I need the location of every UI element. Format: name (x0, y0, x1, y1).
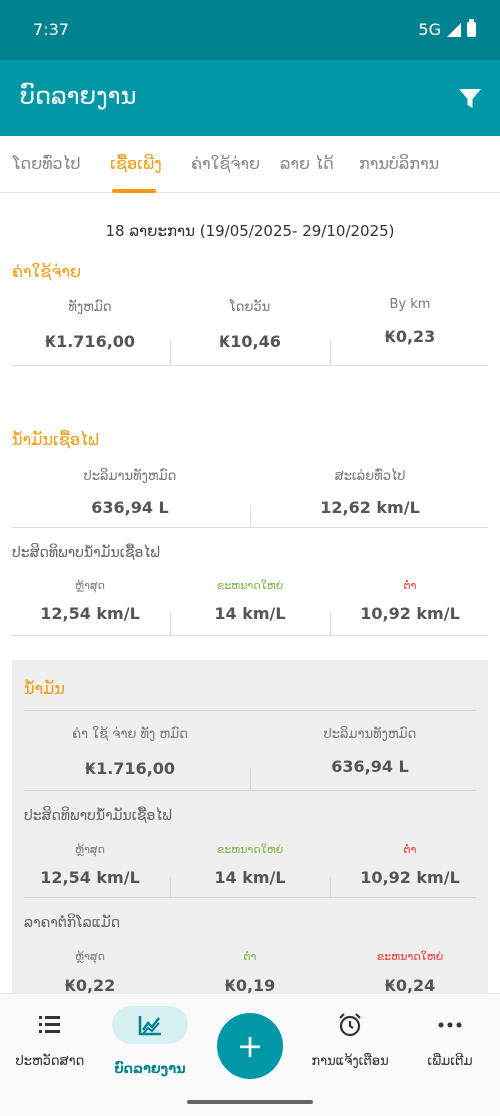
tab-services[interactable]: ການບໍລິການ (359, 154, 439, 173)
oil-efficiency-title: ປະສິດທິພາບນ້ຳມັນເຊື້ອໄຟ (24, 808, 172, 824)
oil-price-min-label: ຕ່ຳ (243, 950, 257, 963)
nav-more[interactable]: ເພີ່ມເຕີມ (400, 1010, 500, 1069)
nav-reports-indicator (112, 1006, 188, 1044)
oil-cost-value: ₭1.716,00 (84, 759, 176, 778)
fuel-max-label: ຂະຫນາດໃຫຍ່ (216, 579, 284, 592)
fuel-avg-label: ສະເລ່ຍທົ່ວໄປ (334, 469, 406, 484)
nav-reports[interactable]: ບົດລາຍງານ (100, 1006, 200, 1077)
oil-price-min-value: ₭0,19 (224, 976, 276, 993)
app-bar: ບົດລາຍງານ (0, 60, 500, 136)
oil-last-value: 12,54 km/L (40, 868, 140, 887)
list-icon (39, 1016, 60, 1033)
tab-expenses[interactable]: ຄ່າໃຊ້ຈ່າຍ (191, 154, 260, 173)
oil-price-last-value: ₭0,22 (64, 976, 116, 993)
nav-reminders-label: ການແຈ້ງເຕືອນ (311, 1054, 389, 1069)
fuel-max-value: 14 km/L (214, 604, 286, 623)
expenses-per-day-value: ₭10,46 (219, 332, 281, 351)
fuel-title: ນ້ຳມັນເຊື້ອໄຟ (12, 430, 99, 449)
expenses-per-day-label: ໂດຍວັນ (229, 300, 271, 315)
nav-more-label: ເພີ່ມເຕີມ (427, 1054, 473, 1069)
home-indicator (187, 1100, 313, 1104)
oil-last-label: ຫຼ້າສຸດ (74, 843, 106, 856)
expenses-total-label: ທັງຫມົດ (68, 300, 112, 315)
more-horizontal-icon (438, 1022, 462, 1028)
status-time: 7:37 (33, 20, 69, 39)
battery-icon (467, 19, 476, 37)
expenses-per-km-value: ₭0,23 (384, 327, 436, 346)
page-title: ບົດລາຍງານ (20, 82, 137, 110)
signal-icon (447, 22, 461, 37)
oil-max-label: ຂະຫນາດໃຫຍ່ (216, 843, 284, 856)
status-bar: 7:37 5G (0, 0, 500, 60)
report-content[interactable]: 18 ລາຍະການ (19/05/2025- 29/10/2025) ຄ່າໃ… (0, 193, 500, 993)
tab-income[interactable]: ລາຍ ໄດ້ (280, 154, 334, 173)
nav-reminders[interactable]: ການແຈ້ງເຕືອນ (300, 1010, 400, 1069)
filter-icon[interactable] (458, 88, 482, 110)
oil-title: ນ້ຳມັນ (24, 679, 65, 698)
tab-fuel[interactable]: ເຊື້ອເພີງ (110, 154, 162, 173)
nav-history-label: ປະຫວັດສາດ (15, 1054, 85, 1069)
expenses-per-km-label: By km (389, 297, 431, 312)
fuel-last-value: 12,54 km/L (40, 604, 140, 623)
fuel-qty-value: 636,94 L (91, 498, 169, 517)
fuel-qty-label: ປະລິມານທັງຫມົດ (83, 469, 177, 484)
period-label: 18 ລາຍະການ (19/05/2025- 29/10/2025) (105, 222, 395, 240)
oil-price-max-value: ₭0,24 (384, 976, 436, 993)
oil-qty-label: ປະລິມານທັງຫມົດ (323, 727, 417, 742)
expenses-total-value: ₭1.716,00 (44, 332, 136, 351)
expenses-title: ຄ່າໃຊ້ຈ່າຍ (12, 262, 81, 281)
nav-reports-label: ບົດລາຍງານ (114, 1062, 186, 1077)
tab-bar: ໂດຍທົ່ວໄປ ເຊື້ອເພີງ ຄ່າໃຊ້ຈ່າຍ ລາຍ ໄດ້ ກ… (0, 136, 500, 193)
tab-general[interactable]: ໂດຍທົ່ວໄປ (13, 154, 81, 173)
fuel-min-label: ຕ່ຳ (403, 579, 417, 592)
fuel-efficiency-title: ປະສິດທິພາບນ້ຳມັນເຊື້ອໄຟ (12, 545, 160, 561)
oil-max-value: 14 km/L (214, 868, 286, 887)
alarm-clock-icon (339, 1013, 361, 1037)
oil-qty-value: 636,94 L (331, 757, 409, 776)
bottom-navigation: ປະຫວັດສາດ ບົດລາຍງານ + ການແຈ້ງເຕືອນ ເພີ່ມ… (0, 993, 500, 1116)
oil-price-title: ລາຄາຕໍ່ກິໂລແມັດ (24, 915, 121, 931)
fuel-min-value: 10,92 km/L (360, 604, 460, 623)
oil-min-label: ຕ່ຳ (403, 843, 417, 856)
oil-min-value: 10,92 km/L (360, 868, 460, 887)
oil-price-max-label: ຂະຫນາດໃຫຍ່ (376, 950, 444, 963)
nav-history[interactable]: ປະຫວັດສາດ (0, 1010, 100, 1069)
add-button[interactable]: + (217, 1013, 283, 1079)
network-label: 5G (418, 20, 441, 39)
chart-icon (138, 1016, 161, 1036)
fuel-avg-value: 12,62 km/L (320, 498, 420, 517)
oil-cost-label: ຄ່າ ໃຊ້ ຈ່າຍ ທັງ ຫມົດ (72, 727, 188, 742)
fuel-last-label: ຫຼ້າສຸດ (74, 579, 106, 592)
oil-price-last-label: ຫຼ້າສຸດ (74, 950, 106, 963)
